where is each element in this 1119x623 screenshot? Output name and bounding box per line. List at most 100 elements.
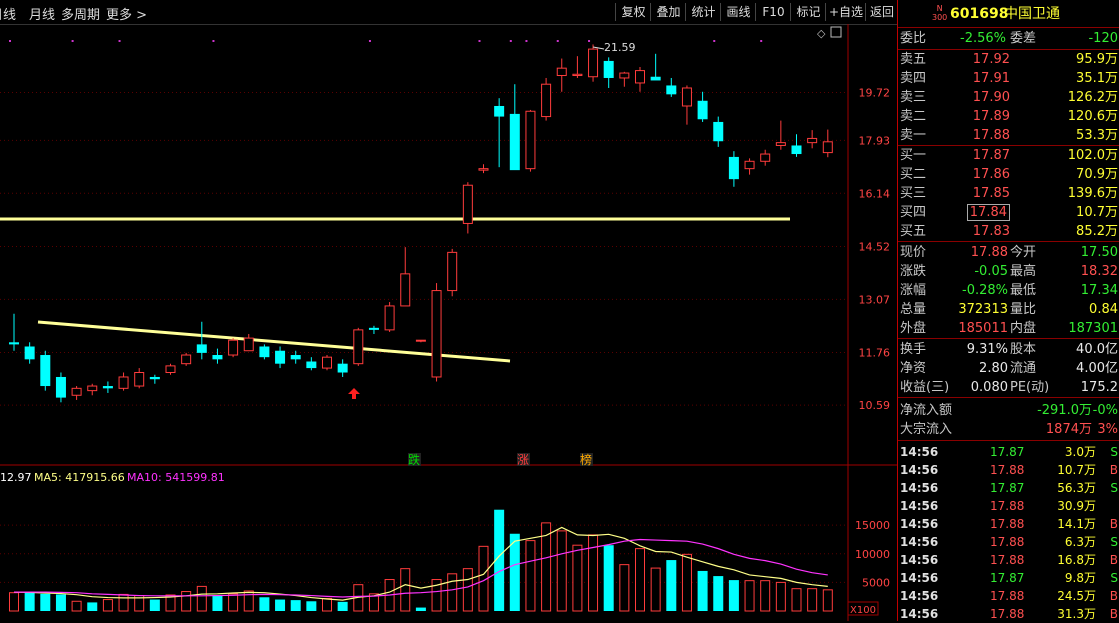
volume-bar (760, 580, 771, 612)
quote-value: 17.88 (970, 245, 1008, 260)
stock-header: N 300 601698 中国卫通 (898, 2, 1119, 24)
back-button[interactable]: 返回 (865, 3, 898, 21)
quote-row: 总量 372313 量比 0.84 (898, 300, 1119, 319)
quote-label: 外盘 (900, 321, 927, 336)
tick-item[interactable]: 14:56 17.88 16.8万 B (898, 551, 1119, 569)
quote-value: 17.34 (1080, 283, 1118, 298)
candle-body (165, 365, 176, 374)
overlay-button[interactable]: 叠加 (650, 3, 686, 21)
volume-bar (149, 599, 160, 611)
candle-body (368, 327, 379, 330)
candle-body (744, 160, 755, 170)
price-tick-label: 16.14 (859, 187, 891, 200)
weicha-label: 委差 (1010, 31, 1037, 46)
volume-bar (306, 601, 317, 611)
quote-row: 涨跌 -0.05 最高 18.32 (898, 262, 1119, 281)
volume-bar (118, 593, 129, 612)
candle-body (650, 76, 661, 81)
statistics-button[interactable]: 统计 (685, 3, 721, 21)
volume-bar (259, 597, 270, 611)
sell-row[interactable]: 卖四 17.91 35.1万 (898, 69, 1119, 88)
stock-name: 中国卫通 (1004, 6, 1060, 22)
volume-unit-label: X100 (850, 605, 876, 616)
sell-row[interactable]: 卖五 17.92 95.9万 (898, 50, 1119, 69)
buy-label: 买五 (900, 224, 927, 239)
sell-label: 卖一 (900, 128, 927, 143)
tick-item[interactable]: 14:56 17.88 6.3万 S (898, 533, 1119, 551)
volume-bar (415, 607, 426, 611)
quote-value: -0.05 (974, 264, 1008, 279)
buy-row[interactable]: 买二 17.86 70.9万 (898, 165, 1119, 184)
fundamental-value: 4.00亿 (1076, 361, 1118, 376)
tab-multi-period[interactable]: 多周期 (61, 4, 100, 23)
more-menu[interactable]: 更多 > (106, 4, 147, 23)
more-label: 更多 (106, 8, 133, 23)
volume-bar (102, 599, 113, 612)
signal-dot (368, 40, 371, 42)
tick-time: 14:56 (900, 517, 939, 531)
tick-price: 17.88 (990, 535, 1025, 549)
volume-legend-item: MA10: 541599.81 (127, 471, 225, 484)
price-tick-label: 19.72 (859, 87, 891, 100)
tab-daily[interactable]: 日线 (0, 4, 16, 23)
volume-bar (243, 590, 254, 612)
restore-rights-button[interactable]: 复权 (615, 3, 651, 21)
candle-body (87, 385, 98, 392)
price-tick-label: 17.93 (859, 134, 891, 147)
quote-panel: N 300 601698 中国卫通 委比 -2.56% 委差 -120 卖五 17.… (897, 0, 1119, 621)
tick-item[interactable]: 14:56 17.87 9.8万 S (898, 569, 1119, 587)
volume-legend-item: MA5: 417915.66 (34, 471, 125, 484)
buy-price: 17.86 (972, 167, 1010, 182)
kline-chart[interactable]: 19.72 17.93 16.14 14.52 13.07 11.76 10.59 15000… (0, 24, 897, 621)
candle-body (822, 141, 833, 154)
flow-row: 净流入额 -291.0万 -0% (898, 401, 1119, 420)
sell-row[interactable]: 卖一 17.88 53.3万 (898, 126, 1119, 145)
quote-value: 185011 (958, 321, 1008, 336)
tick-item[interactable]: 14:56 17.88 24.5万 B (898, 587, 1119, 605)
tick-side: B (1109, 517, 1118, 531)
volume-bar (681, 553, 692, 612)
buy-label: 买三 (900, 186, 927, 201)
sell-row[interactable]: 卖二 17.89 120.6万 (898, 107, 1119, 126)
fundamental-row: 收益(三) 0.080 PE(动) 175.2 (898, 378, 1119, 397)
chevron-right-icon: > (132, 8, 148, 23)
candle-body (71, 387, 82, 396)
buy-price: 17.85 (972, 186, 1010, 201)
flow-label: 净流入额 (900, 403, 953, 418)
tick-item[interactable]: 14:56 17.87 56.3万 S (898, 479, 1119, 497)
tick-price: 17.88 (990, 517, 1025, 531)
mark-button[interactable]: 标记 (790, 3, 826, 21)
candle-body (353, 329, 364, 365)
sell-price: 17.88 (972, 128, 1010, 143)
tick-volume: 24.5万 (1057, 589, 1096, 603)
volume-bar (71, 600, 82, 612)
buy-volume: 139.6万 (1067, 186, 1118, 201)
tick-side: B (1109, 589, 1118, 603)
draw-line-button[interactable]: 画线 (720, 3, 756, 21)
add-watchlist-button[interactable]: +自选 (825, 3, 866, 21)
buy-row[interactable]: 买五 17.83 85.2万 (898, 222, 1119, 241)
candle-body (681, 87, 692, 107)
sell-row[interactable]: 卖三 17.90 126.2万 (898, 88, 1119, 107)
fundamental-label: PE(动) (1010, 380, 1050, 395)
candle-body (462, 184, 473, 224)
buy-row[interactable]: 买四 17.84 10.7万 (898, 203, 1119, 222)
tick-item[interactable]: 14:56 17.87 3.0万 S (898, 443, 1119, 461)
quote-label: 现价 (900, 245, 927, 260)
candle-body (541, 83, 552, 118)
tick-price: 17.87 (990, 445, 1025, 459)
f10-button[interactable]: F10 (755, 3, 791, 21)
tab-monthly[interactable]: 月线 (29, 4, 55, 23)
candle-body (431, 290, 442, 378)
buy-row[interactable]: 买三 17.85 139.6万 (898, 184, 1119, 203)
volume-tick-label: 10000 (855, 548, 890, 561)
tick-volume: 14.1万 (1057, 517, 1096, 531)
tick-item[interactable]: 14:56 17.88 14.1万 B (898, 515, 1119, 533)
buy-volume: 85.2万 (1076, 224, 1118, 239)
tick-item[interactable]: 14:56 17.88 10.7万 B (898, 461, 1119, 479)
price-tick-label: 13.07 (859, 293, 891, 306)
tick-item[interactable]: 14:56 17.88 31.3万 B (898, 605, 1119, 623)
tick-item[interactable]: 14:56 17.88 30.9万 (898, 497, 1119, 515)
candle-body (134, 372, 145, 387)
buy-row[interactable]: 买一 17.87 102.0万 (898, 146, 1119, 165)
